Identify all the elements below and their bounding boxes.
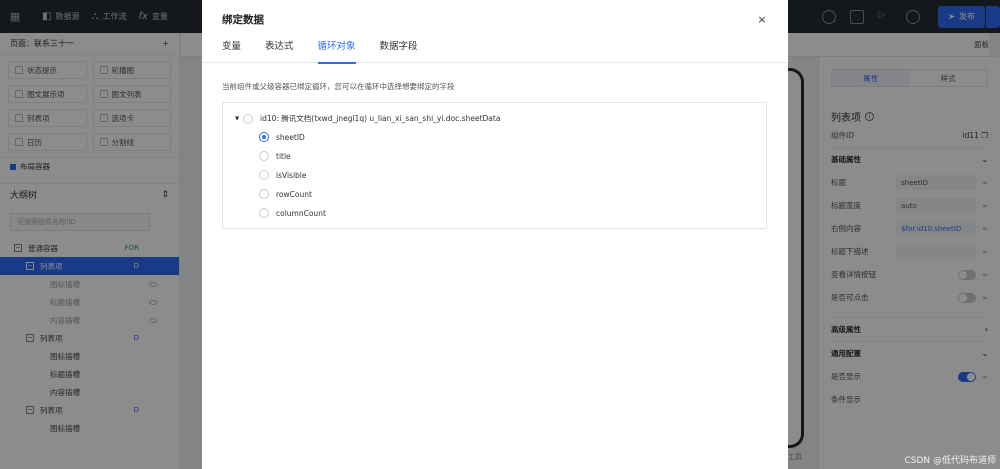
watermark: CSDN @低代码布道师 bbox=[904, 456, 996, 466]
close-icon[interactable]: × bbox=[756, 13, 768, 26]
root-radio[interactable] bbox=[243, 113, 253, 124]
bind-data-dialog: 绑定数据 × 变量 表达式 循环对象 数据字段 当前组件或父级容器已绑定循环，您… bbox=[202, 0, 788, 469]
field-label: columnCount bbox=[276, 208, 326, 218]
tab-data-field[interactable]: 数据字段 bbox=[380, 38, 418, 63]
radio[interactable] bbox=[259, 151, 269, 161]
dialog-header: 绑定数据 × bbox=[202, 0, 788, 38]
field-label: title bbox=[276, 151, 291, 161]
radio[interactable] bbox=[259, 170, 269, 180]
tab-variables[interactable]: 变量 bbox=[222, 38, 241, 63]
radio[interactable] bbox=[259, 208, 269, 218]
loop-field-tree: ▼ id10: 腾讯文档(txwd_jnegl1q) u_lian_xi_san… bbox=[222, 102, 767, 229]
caret-down-icon[interactable]: ▼ bbox=[235, 116, 243, 122]
field-option-title[interactable]: title bbox=[259, 151, 291, 161]
field-option-isvisible[interactable]: isVisible bbox=[259, 170, 307, 180]
dialog-title: 绑定数据 bbox=[222, 13, 264, 26]
field-option-columncount[interactable]: columnCount bbox=[259, 208, 326, 218]
tree-root-node[interactable]: ▼ id10: 腾讯文档(txwd_jnegl1q) u_lian_xi_san… bbox=[235, 113, 500, 124]
field-label: rowCount bbox=[276, 189, 312, 199]
field-option-sheetid[interactable]: sheetID bbox=[259, 132, 305, 142]
dialog-tabs: 变量 表达式 循环对象 数据字段 bbox=[202, 38, 788, 64]
loop-hint-text: 当前组件或父级容器已绑定循环，您可以在循环中选择想要绑定的字段 bbox=[222, 82, 455, 91]
radio-checked[interactable] bbox=[259, 132, 269, 142]
field-label: isVisible bbox=[276, 170, 307, 180]
radio[interactable] bbox=[259, 189, 269, 199]
field-label: sheetID bbox=[276, 132, 305, 142]
tab-loop-object[interactable]: 循环对象 bbox=[317, 38, 356, 64]
root-label: id10: 腾讯文档(txwd_jnegl1q) u_lian_xi_san_s… bbox=[260, 114, 501, 123]
field-option-rowcount[interactable]: rowCount bbox=[259, 189, 312, 199]
tab-expression[interactable]: 表达式 bbox=[265, 38, 294, 63]
